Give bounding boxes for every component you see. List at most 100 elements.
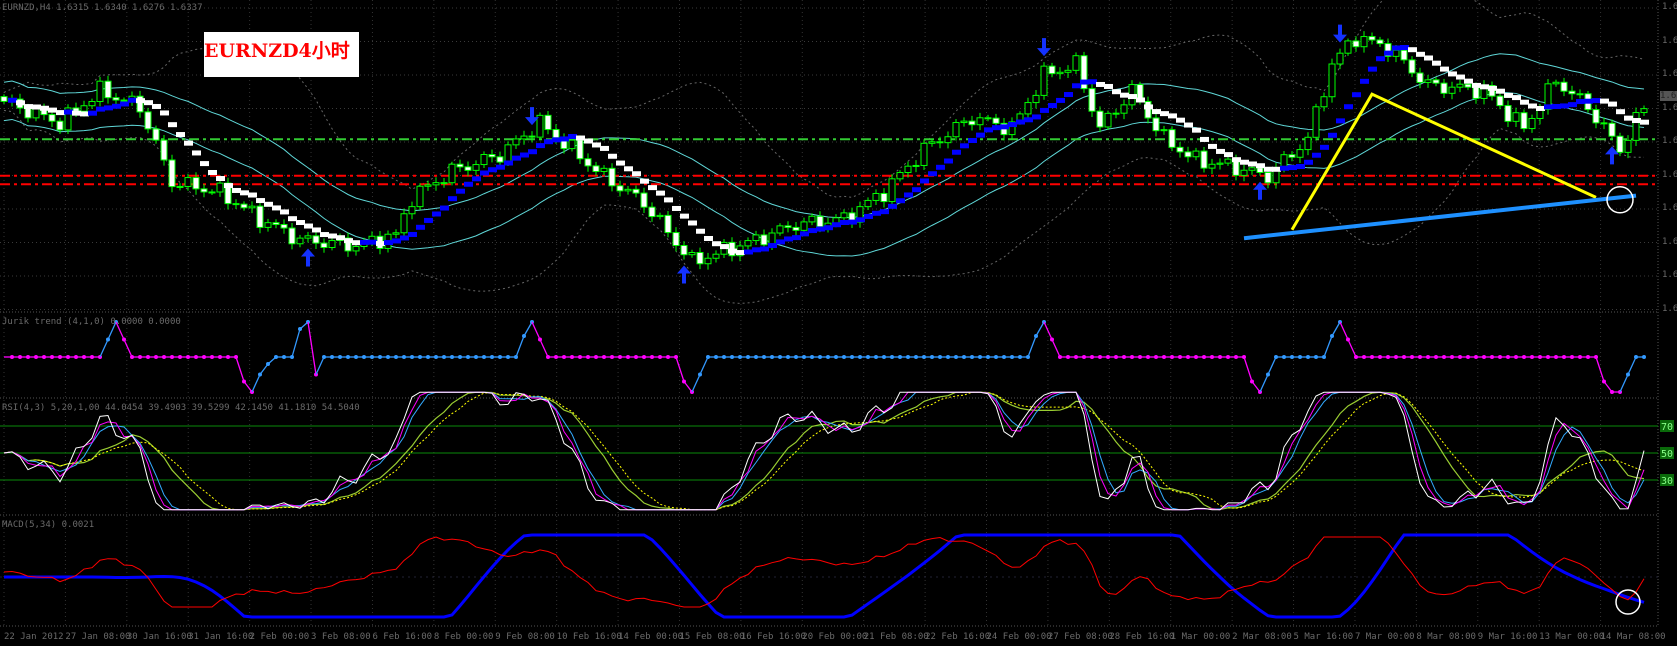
candle-body: [216, 182, 224, 193]
trend-step-segment: [680, 213, 689, 219]
trend-step-segment: [1256, 163, 1265, 169]
trend-step-segment: [144, 100, 153, 106]
trend-step-segment: [56, 110, 65, 116]
candle-body: [880, 192, 888, 203]
trend-step-segment: [328, 233, 337, 239]
candle-body: [280, 224, 288, 229]
time-axis-label: 28 Feb 16:00: [1109, 632, 1175, 642]
candle-body: [760, 234, 768, 246]
trend-step-segment: [944, 158, 953, 164]
arrow-up-icon: [301, 248, 315, 267]
pane2-line-segment: [515, 335, 525, 358]
candle-body: [1048, 65, 1056, 75]
time-axis-label: 31 Jan 16:00: [188, 632, 254, 642]
candle-body: [792, 226, 800, 231]
candle-body: [1208, 163, 1216, 169]
time-axis-label: 10 Feb 16:00: [556, 632, 622, 642]
time-axis-label: 27 Jan 08:00: [65, 632, 131, 642]
trend-step-segment: [488, 167, 497, 173]
trend-step-segment: [744, 249, 753, 255]
level-tag-text: 70: [1661, 422, 1673, 433]
candle-body: [200, 188, 208, 193]
candle-body: [1440, 82, 1448, 94]
candle-body: [656, 214, 664, 218]
trend-step-segment: [1544, 104, 1553, 110]
trend-step-segment: [880, 209, 889, 215]
trend-step-segment: [536, 143, 545, 149]
trend-step-segment: [1592, 98, 1601, 104]
trend-step-segment: [1192, 127, 1201, 133]
trend-step-segment: [1240, 159, 1249, 165]
candle-body: [320, 242, 328, 249]
trend-step-segment: [400, 235, 409, 241]
trend-step-segment: [504, 160, 513, 166]
candle-body: [496, 156, 504, 163]
candle-body: [1160, 129, 1168, 132]
trend-step-segment: [752, 247, 761, 253]
trend-step-segment: [1008, 122, 1017, 128]
trend-step-segment: [632, 171, 641, 177]
time-axis-label: 15 Feb 08:00: [679, 632, 745, 642]
pane2-line-segment: [539, 339, 549, 358]
candle-body: [800, 221, 808, 231]
candle-body: [160, 139, 168, 161]
candle-body: [592, 165, 600, 173]
candle-body: [552, 129, 560, 139]
trend-step-segment: [1360, 78, 1369, 84]
arrow-down-icon: [1037, 38, 1051, 57]
trend-step-segment: [656, 190, 665, 196]
trend-step-segment: [1024, 117, 1033, 123]
candle-body: [1224, 158, 1232, 164]
trend-step-segment: [736, 250, 745, 256]
candle-body: [1216, 162, 1224, 165]
current-price-tag: 1.6337: [1660, 91, 1677, 101]
candle-body: [584, 158, 592, 167]
trend-step-segment: [792, 235, 801, 241]
candle-body: [328, 240, 336, 249]
trend-step-segment: [568, 133, 577, 139]
trend-step-segment: [1432, 60, 1441, 66]
candle-body: [48, 114, 56, 122]
trend-step-segment: [832, 222, 841, 228]
candle-body: [1328, 63, 1336, 98]
candle-body: [152, 128, 160, 141]
candle-body: [544, 114, 552, 131]
candle-body: [1104, 112, 1112, 128]
pane2-line-segment: [1259, 374, 1269, 393]
candle-body: [448, 163, 456, 184]
trend-step-segment: [296, 220, 305, 226]
candle-body: [1336, 52, 1344, 65]
candle-body: [1640, 108, 1648, 114]
candle-body: [1152, 117, 1160, 132]
time-axis-label: 9 Feb 08:00: [495, 632, 555, 642]
trend-step-segment: [1016, 119, 1025, 125]
candle-body: [784, 225, 792, 228]
candle-body: [1368, 36, 1376, 41]
trend-step-segment: [1040, 107, 1049, 113]
trend-step-segment: [1176, 117, 1185, 123]
trend-step-segment: [800, 231, 809, 237]
trend-step-segment: [1376, 56, 1385, 62]
candle-body: [264, 222, 272, 228]
candle-body: [1040, 65, 1048, 96]
candle-body: [680, 245, 688, 256]
trend-step-segment: [816, 226, 825, 232]
trend-step-segment: [1048, 103, 1057, 109]
time-axis-label: 1 Mar 00:00: [1170, 632, 1231, 642]
trend-step-segment: [912, 187, 921, 193]
trend-step-segment: [392, 238, 401, 244]
candle-body: [1032, 94, 1040, 104]
candle-body: [1608, 122, 1616, 137]
trend-step-segment: [1296, 164, 1305, 170]
trend-step-segment: [1552, 103, 1561, 109]
candle-body: [488, 154, 496, 158]
trend-step-segment: [896, 198, 905, 204]
trend-step-segment: [1088, 79, 1097, 85]
candle-body: [864, 199, 872, 208]
trend-step-segment: [848, 219, 857, 225]
trend-step-segment: [936, 164, 945, 170]
time-axis-label: 2 Mar 08:00: [1232, 632, 1292, 642]
candle-body: [1376, 39, 1384, 45]
chart-canvas[interactable]: 70 50 30: [0, 0, 1677, 646]
candle-body: [1552, 81, 1560, 85]
